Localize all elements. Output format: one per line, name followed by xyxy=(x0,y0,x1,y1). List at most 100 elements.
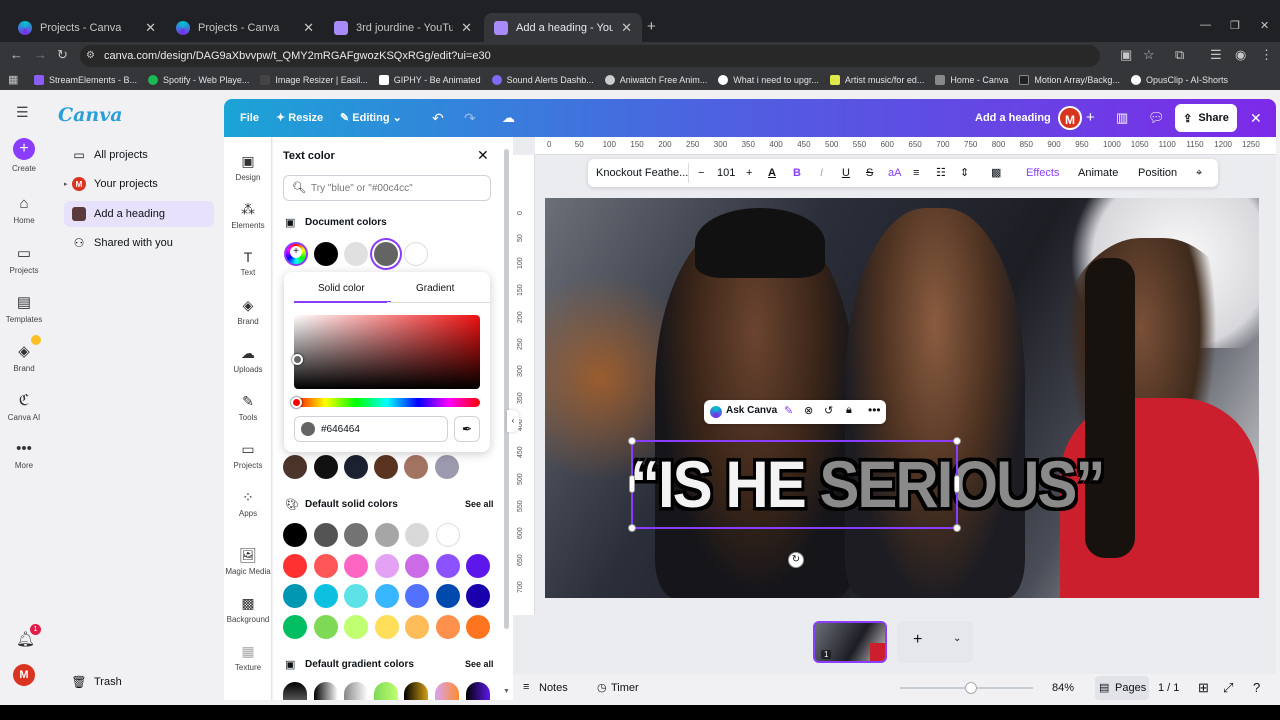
magic-edit-icon[interactable]: ✎ xyxy=(784,404,793,417)
tool-projects[interactable]: ▭ Projects xyxy=(224,441,272,470)
font-size-increase[interactable]: + xyxy=(746,159,752,187)
close-icon[interactable]: ✕ xyxy=(461,20,472,36)
file-menu[interactable]: File xyxy=(240,99,259,137)
restore-icon[interactable]: ❐ xyxy=(1230,19,1240,32)
close-editor-icon[interactable]: ✕ xyxy=(1250,99,1262,137)
share-button[interactable]: ⇪ Share xyxy=(1175,104,1237,132)
selection-box[interactable]: ↻ xyxy=(628,437,961,568)
color-swatch[interactable] xyxy=(374,553,399,578)
add-color-button[interactable]: + xyxy=(284,242,308,266)
sidebar-item-add-a-heading[interactable]: Add a heading xyxy=(64,201,214,227)
tool-apps[interactable]: ⁘ Apps xyxy=(224,489,272,518)
color-swatch[interactable] xyxy=(466,584,490,608)
gradient-swatch[interactable] xyxy=(404,682,428,700)
see-all-link[interactable]: See all xyxy=(465,499,494,509)
panel-scrollbar[interactable] xyxy=(504,149,509,629)
design-title[interactable]: Add a heading xyxy=(975,99,1051,137)
browser-tab[interactable]: Projects - Canva ✕ xyxy=(8,13,166,42)
undo-icon[interactable]: ↶ xyxy=(432,99,444,137)
color-swatch[interactable] xyxy=(283,523,307,547)
tool-tools[interactable]: ✎ Tools xyxy=(224,393,272,422)
gradient-swatch[interactable] xyxy=(435,682,459,700)
color-swatch[interactable] xyxy=(283,553,307,578)
collapse-panel-icon[interactable]: ‹ xyxy=(507,410,519,432)
forward-icon[interactable]: → xyxy=(34,47,47,62)
rotate-icon[interactable]: ↻ xyxy=(788,552,804,568)
redo-icon[interactable]: ↷ xyxy=(464,99,476,137)
color-swatch[interactable] xyxy=(435,455,459,479)
color-swatch[interactable] xyxy=(405,614,429,639)
browser-tab[interactable]: 3rd jourdine - YouTube Thumb ✕ xyxy=(324,13,482,42)
rail-create[interactable]: + Create xyxy=(0,138,48,173)
profile-icon[interactable]: ◉ xyxy=(1235,47,1246,63)
resize-handle[interactable] xyxy=(953,437,961,445)
color-swatch[interactable] xyxy=(344,614,368,639)
grid-view-icon[interactable]: ⊞ xyxy=(1198,680,1209,696)
close-icon[interactable]: ✕ xyxy=(303,20,314,36)
sidebar-item-trash[interactable]: 🗑︎ Trash xyxy=(64,669,214,695)
ask-canva-button[interactable]: Ask Canva xyxy=(726,405,777,416)
gradient-swatch[interactable] xyxy=(466,682,490,700)
minimize-icon[interactable]: — xyxy=(1200,19,1211,31)
hex-input[interactable]: #646464 xyxy=(294,416,448,442)
tool-text[interactable]: T Text xyxy=(224,249,272,277)
bookmark[interactable]: OpusClip - AI-Shorts xyxy=(1130,75,1228,85)
collaborator-avatar[interactable]: M xyxy=(1058,106,1082,130)
cast-icon[interactable]: ⧉ xyxy=(1175,47,1184,63)
transparency-icon[interactable]: ▩ xyxy=(991,159,1001,187)
color-swatch[interactable] xyxy=(466,614,490,639)
window-close-icon[interactable]: ✕ xyxy=(1260,19,1269,32)
bookmark[interactable]: Artist music/for ed... xyxy=(829,75,924,85)
color-swatch[interactable] xyxy=(313,523,338,547)
saturation-area[interactable] xyxy=(294,315,480,389)
rail-more[interactable]: ••• More xyxy=(0,440,48,470)
color-swatch[interactable] xyxy=(283,614,307,639)
link-icon[interactable]: ⊗ xyxy=(804,404,813,417)
color-swatch[interactable] xyxy=(374,523,399,547)
color-swatch[interactable] xyxy=(435,614,460,639)
browser-tab[interactable]: Projects - Canva ✕ xyxy=(166,13,324,42)
resize-handle[interactable] xyxy=(953,524,961,532)
color-swatch[interactable] xyxy=(374,614,399,639)
zoom-level[interactable]: 84% xyxy=(1052,682,1074,694)
bookmark[interactable]: Spotify - Web Playe... xyxy=(148,75,249,85)
sidebar-item-your-projects[interactable]: ▸ M Your projects xyxy=(64,171,214,197)
comment-icon[interactable]: 💬︎ xyxy=(1148,99,1165,137)
sidebar-item-shared-with-you[interactable]: ⚇ Shared with you xyxy=(64,230,214,256)
gradient-swatch[interactable] xyxy=(314,682,338,700)
bookmark[interactable]: StreamElements - B... xyxy=(34,75,137,85)
resize-handle[interactable] xyxy=(628,437,636,445)
tool-design[interactable]: ▣ Design xyxy=(224,153,272,182)
timer-button[interactable]: Timer xyxy=(611,682,639,694)
pages-button[interactable]: ▤ Pages xyxy=(1095,676,1149,700)
color-swatch[interactable] xyxy=(435,553,460,578)
tool-magic-media[interactable]: 🖼︎ Magic Media xyxy=(224,547,272,576)
comment-icon[interactable]: ↺ xyxy=(824,404,833,417)
color-swatch[interactable] xyxy=(404,242,428,266)
letter-case-icon[interactable]: aA xyxy=(888,159,901,187)
close-icon[interactable]: ✕ xyxy=(621,20,632,36)
tool-elements[interactable]: ⁂ Elements xyxy=(224,201,272,230)
side-handle[interactable] xyxy=(629,475,635,493)
color-swatch[interactable] xyxy=(435,523,460,547)
color-swatch[interactable] xyxy=(435,584,460,608)
new-tab-icon[interactable]: + xyxy=(647,18,656,35)
apps-grid-icon[interactable]: ▦ xyxy=(8,73,18,86)
bold-icon[interactable]: B xyxy=(793,159,801,187)
chevron-down-icon[interactable]: ⌄ xyxy=(953,633,961,644)
design-canvas[interactable]: “IS HE SERIOUS” xyxy=(545,198,1259,598)
underline-icon[interactable]: U xyxy=(842,159,850,187)
hue-handle[interactable] xyxy=(291,397,302,408)
bookmark[interactable]: Home - Canva xyxy=(935,75,1008,85)
help-icon[interactable]: ? xyxy=(1253,680,1260,695)
rail-projects[interactable]: ▭ Projects xyxy=(0,244,48,275)
rail-templates[interactable]: ▤ Templates xyxy=(0,293,48,324)
color-swatch[interactable] xyxy=(314,455,338,479)
chevron-right-icon[interactable]: ▸ xyxy=(64,180,68,188)
color-swatch[interactable] xyxy=(404,455,428,479)
font-size-field[interactable]: 101 xyxy=(717,159,735,187)
add-collaborator-icon[interactable]: + xyxy=(1086,99,1095,137)
resize-handle[interactable] xyxy=(628,524,636,532)
fullscreen-icon[interactable]: ⤢ xyxy=(1223,680,1233,696)
more-options-icon[interactable]: ••• xyxy=(868,403,881,417)
